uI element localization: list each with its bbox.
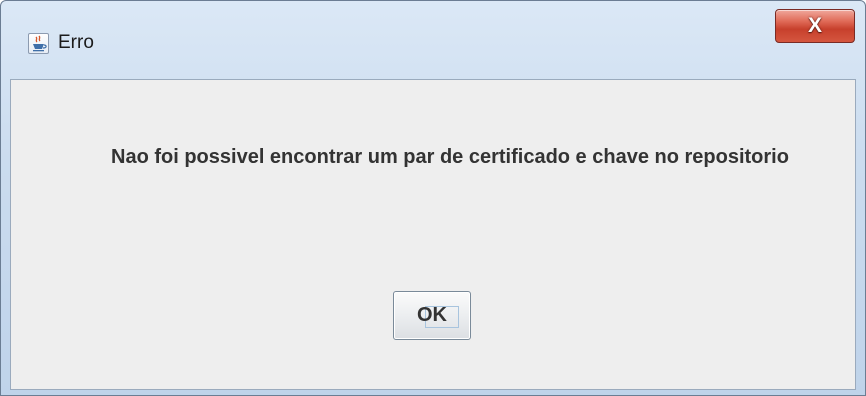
title-bar[interactable]: Erro X — [1, 1, 865, 79]
error-dialog-window: Erro X Nao foi possivel encontrar um par… — [0, 0, 866, 396]
java-coffee-cup-icon — [28, 33, 49, 54]
window-title: Erro — [58, 32, 94, 53]
dialog-content: Nao foi possivel encontrar um par de cer… — [10, 79, 856, 390]
close-icon: X — [807, 14, 822, 37]
close-button[interactable]: X — [775, 9, 855, 43]
ok-button[interactable]: OK — [393, 291, 471, 340]
ok-button-label: OK — [417, 304, 447, 326]
error-message: Nao foi possivel encontrar um par de cer… — [111, 146, 789, 168]
